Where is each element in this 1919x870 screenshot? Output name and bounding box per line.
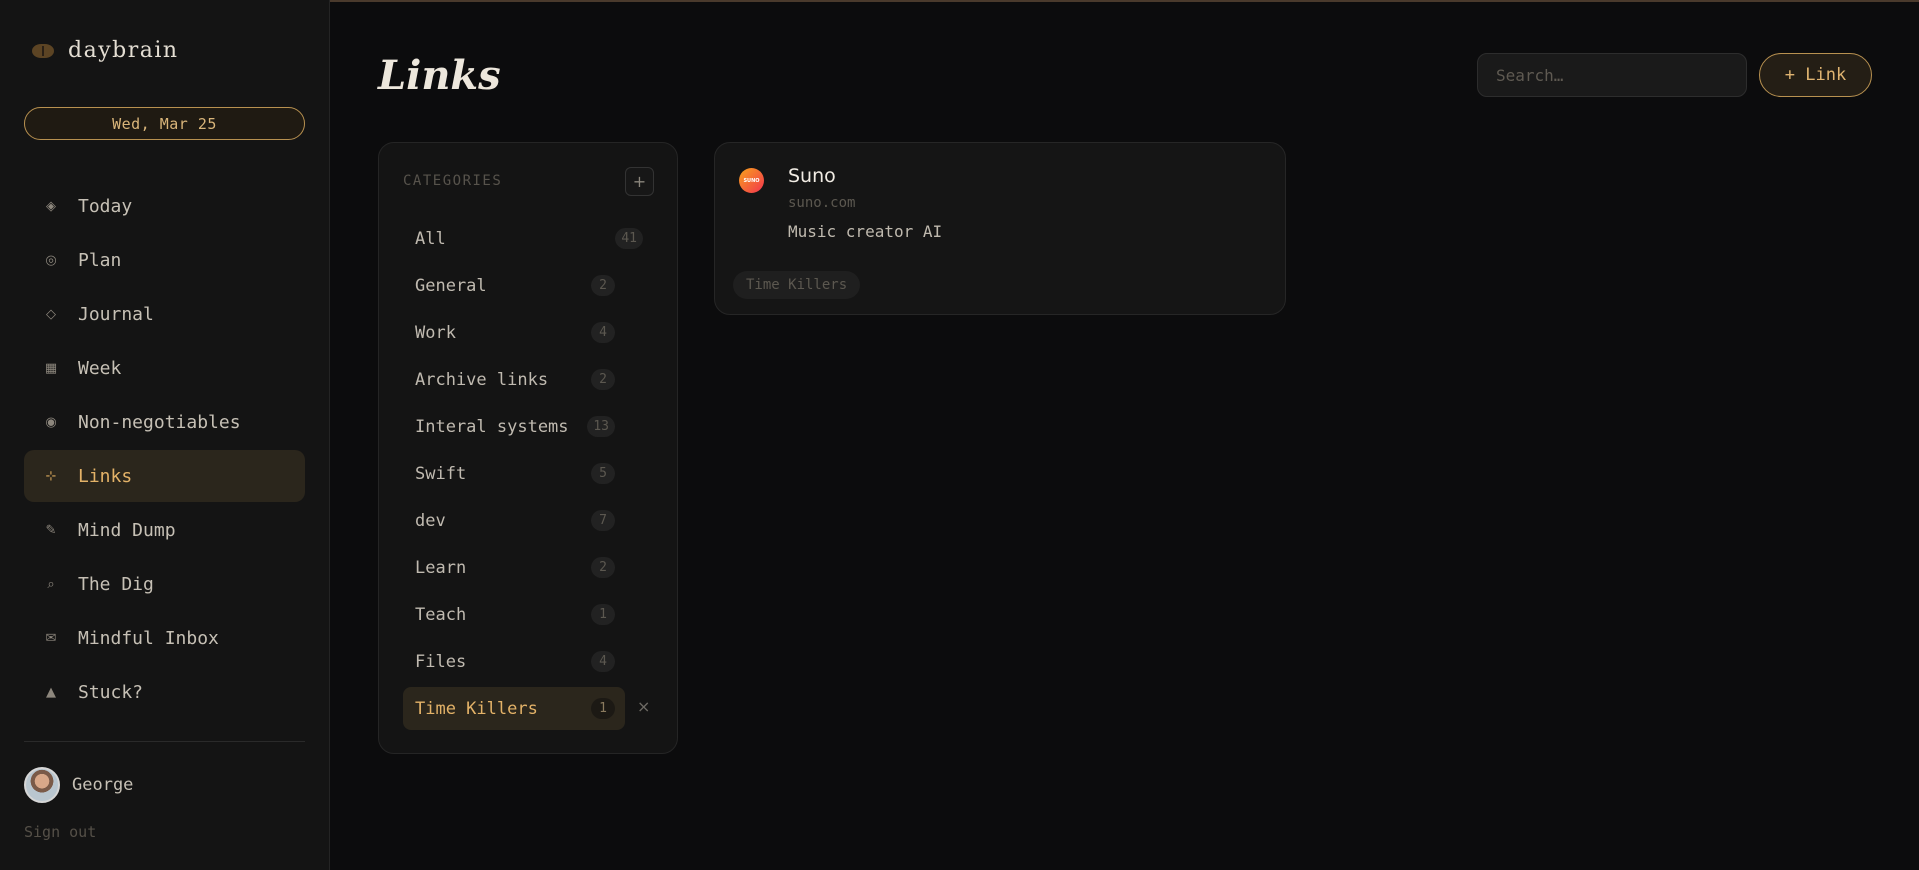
sidebar-item-stuck[interactable]: ▲ Stuck?	[24, 666, 305, 718]
category-item[interactable]: Interal systems 13	[403, 405, 625, 448]
target-icon: ◎	[45, 252, 57, 268]
category-label: Archive links	[415, 369, 549, 390]
sidebar-item-today[interactable]: ◈ Today	[24, 180, 305, 232]
category-label: dev	[415, 510, 446, 531]
sidebar-item-journal[interactable]: ◇ Journal	[24, 288, 305, 340]
add-link-button[interactable]: + Link	[1759, 53, 1872, 97]
category-label: Swift	[415, 463, 467, 484]
sidebar-nav: ◈ Today ◎ Plan ◇ Journal ▦ Week ◉ Non-ne…	[24, 180, 305, 720]
search-icon: ⌕	[47, 576, 55, 592]
category-count: 7	[591, 510, 615, 531]
category-count: 1	[591, 604, 615, 625]
category-count: 4	[591, 651, 615, 672]
brand[interactable]: daybrain	[32, 38, 179, 63]
user-name: George	[72, 775, 134, 795]
diamond-dot-icon: ◈	[46, 198, 56, 214]
category-count: 4	[591, 322, 615, 343]
link-card[interactable]: SUNO Suno suno.com Music creator AI Time…	[714, 142, 1286, 315]
pencil-icon: ✎	[45, 522, 57, 538]
category-label: General	[415, 275, 487, 296]
add-category-button[interactable]: +	[625, 167, 654, 196]
diamond-icon: ◇	[46, 306, 56, 322]
sidebar-item-non-negotiables[interactable]: ◉ Non-negotiables	[24, 396, 305, 448]
sidebar-item-label: The Dig	[78, 573, 154, 595]
category-label: Files	[415, 651, 467, 672]
category-count: 1	[591, 698, 615, 719]
category-item[interactable]: Archive links 2	[403, 358, 625, 401]
category-item[interactable]: General 2	[403, 264, 625, 307]
link-domain: suno.com	[788, 195, 856, 211]
sidebar-item-label: Mindful Inbox	[78, 627, 219, 649]
categories-panel: CATEGORIES + All 41 General 2 Work 4 Arc…	[378, 142, 678, 754]
category-item[interactable]: All 41	[403, 217, 653, 260]
bullseye-icon: ◉	[45, 414, 57, 430]
mail-icon: ✉	[45, 630, 57, 646]
category-count: 13	[587, 416, 615, 437]
sidebar-item-label: Journal	[78, 303, 154, 325]
category-row-active: Time Killers 1 ×	[403, 687, 663, 730]
app-name: daybrain	[68, 38, 179, 63]
sidebar-item-label: Today	[78, 195, 133, 217]
category-label: Teach	[415, 604, 467, 625]
categories-header: CATEGORIES	[403, 173, 503, 189]
category-count: 2	[591, 275, 615, 296]
link-tag[interactable]: Time Killers	[733, 271, 861, 299]
link-description: Music creator AI	[788, 222, 943, 241]
category-item[interactable]: Teach 1	[403, 593, 625, 636]
sidebar-item-mindful-inbox[interactable]: ✉ Mindful Inbox	[24, 612, 305, 664]
user-profile[interactable]: George	[24, 767, 133, 803]
page-title: Links	[378, 52, 501, 99]
category-count: 41	[615, 228, 643, 249]
avatar	[24, 767, 60, 803]
sidebar-item-links[interactable]: ⊹ Links	[24, 450, 305, 502]
category-label: All	[415, 228, 446, 249]
link-title[interactable]: Suno	[788, 165, 836, 187]
brain-logo-icon	[32, 43, 54, 58]
sidebar-item-label: Week	[78, 357, 122, 379]
sidebar: daybrain Wed, Mar 25 ◈ Today ◎ Plan ◇ Jo…	[0, 0, 330, 870]
sidebar-item-label: Mind Dump	[78, 519, 176, 541]
date-pill[interactable]: Wed, Mar 25	[24, 107, 305, 140]
category-label: Work	[415, 322, 456, 343]
sidebar-item-plan[interactable]: ◎ Plan	[24, 234, 305, 286]
triangle-icon: ▲	[46, 684, 56, 700]
sidebar-item-label: Plan	[78, 249, 122, 271]
category-item[interactable]: dev 7	[403, 499, 625, 542]
sidebar-item-label: Links	[78, 465, 133, 487]
sidebar-item-week[interactable]: ▦ Week	[24, 342, 305, 394]
sign-out-link[interactable]: Sign out	[24, 823, 96, 841]
category-label: Learn	[415, 557, 467, 578]
category-item[interactable]: Learn 2	[403, 546, 625, 589]
sidebar-item-mind-dump[interactable]: ✎ Mind Dump	[24, 504, 305, 556]
sidebar-item-label: Stuck?	[78, 681, 144, 703]
sparkle-icon: ⊹	[45, 468, 57, 484]
category-item[interactable]: Swift 5	[403, 452, 625, 495]
category-count: 2	[591, 369, 615, 390]
category-count: 5	[591, 463, 615, 484]
sidebar-divider	[24, 741, 305, 742]
category-list: All 41 General 2 Work 4 Archive links 2 …	[403, 217, 663, 734]
category-count: 2	[591, 557, 615, 578]
category-item[interactable]: Work 4	[403, 311, 625, 354]
grid-icon: ▦	[44, 360, 58, 376]
suno-favicon-icon: SUNO	[739, 168, 764, 193]
close-icon[interactable]: ×	[637, 697, 650, 716]
category-item-time-killers[interactable]: Time Killers 1	[403, 687, 625, 730]
sidebar-item-the-dig[interactable]: ⌕ The Dig	[24, 558, 305, 610]
category-item[interactable]: Files 4	[403, 640, 625, 683]
sidebar-item-label: Non-negotiables	[78, 411, 241, 433]
category-label: Time Killers	[415, 698, 538, 719]
category-label: Interal systems	[415, 416, 569, 437]
search-input[interactable]	[1477, 53, 1747, 97]
